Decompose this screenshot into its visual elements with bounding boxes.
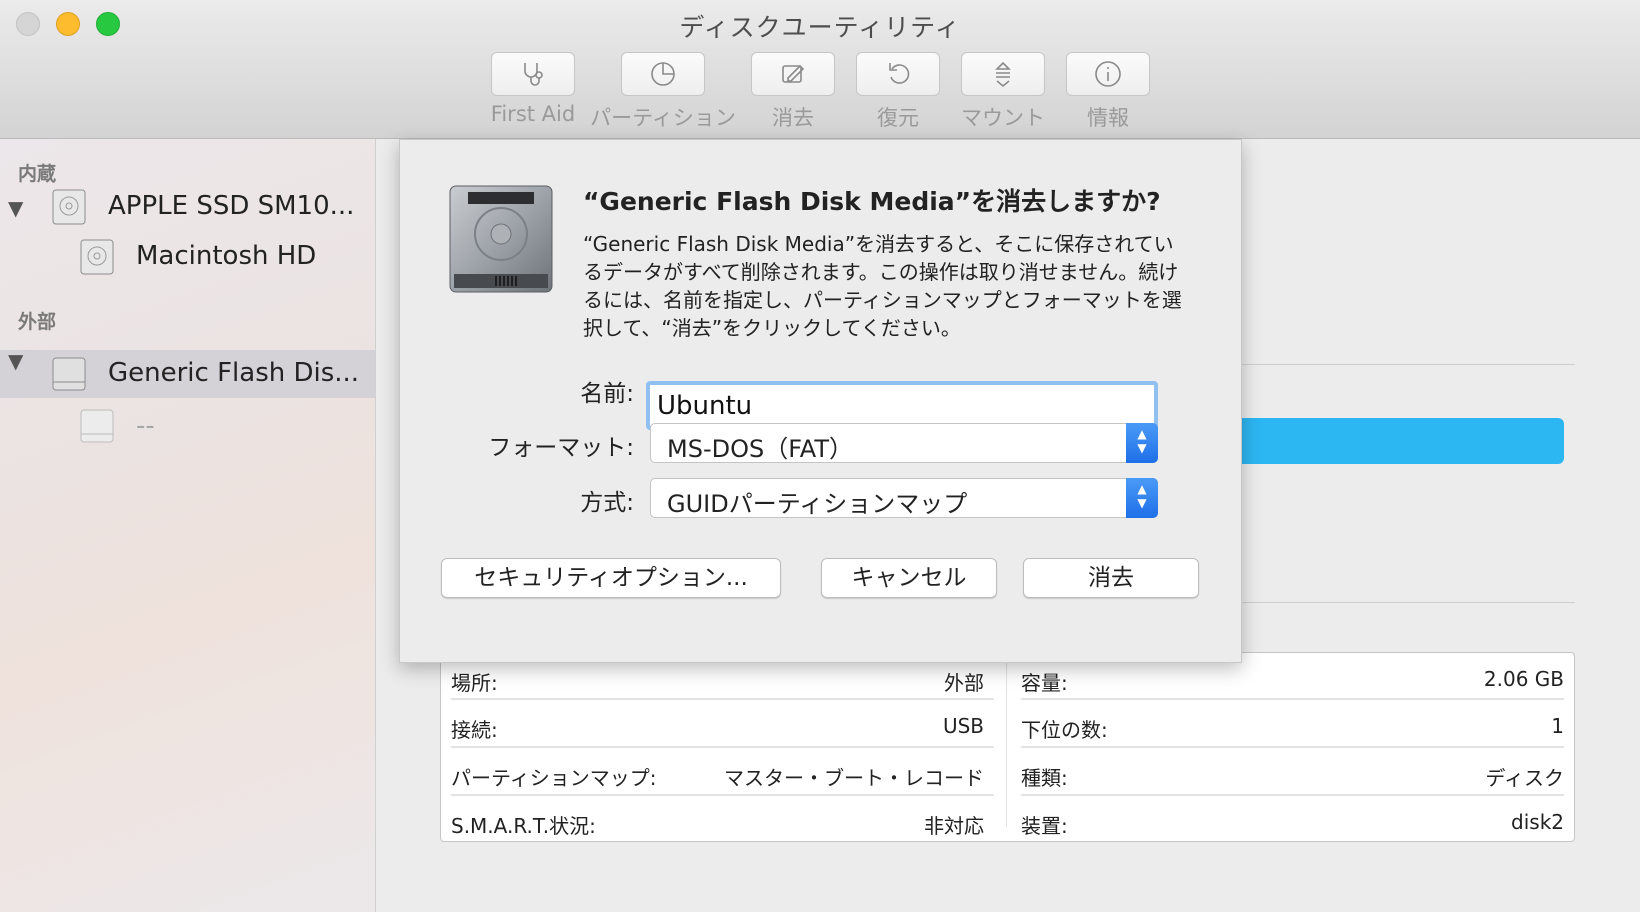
restore-label: 復元: [877, 106, 919, 130]
window-title: ディスクユーティリティ: [679, 13, 961, 42]
erase-toolbar-button[interactable]: [751, 52, 835, 96]
mount-button[interactable]: [961, 52, 1045, 96]
erase-tool[interactable]: 消去: [751, 52, 835, 130]
divider: [1242, 364, 1575, 365]
cancel-button[interactable]: キャンセル: [821, 558, 997, 598]
column-divider: [1006, 659, 1007, 827]
erase-label: 消去: [772, 106, 814, 130]
mount-tool[interactable]: マウント: [961, 52, 1045, 130]
pie-chart-icon: [651, 62, 675, 86]
first-aid-label: First Aid: [490, 102, 576, 126]
window-toolbar: ディスクユーティリティ First Aid パーティション 消去 復元 マウント…: [0, 0, 1640, 139]
first-aid-button[interactable]: [491, 52, 575, 96]
external-section-header: 外部: [18, 311, 57, 333]
restore-button[interactable]: [856, 52, 940, 96]
select-stepper-icon: ▲ ▼: [1126, 423, 1158, 463]
info-row-connection: 接続: USB: [451, 714, 984, 742]
info-tool[interactable]: 情報: [1066, 52, 1150, 130]
security-options-button[interactable]: セキュリティオプション...: [441, 558, 781, 598]
select-stepper-icon: ▲ ▼: [1126, 478, 1158, 518]
sidebar-item-macintosh-hd[interactable]: Macintosh HD: [136, 241, 316, 271]
hard-drive-icon: [52, 189, 86, 225]
info-label: 情報: [1087, 106, 1129, 130]
mount-icon: [995, 61, 1011, 88]
volume-icon: [80, 239, 114, 275]
info-icon: [1095, 61, 1121, 87]
internal-section-header: 内蔵: [18, 163, 57, 185]
stethoscope-icon: [524, 63, 543, 86]
divider: [1242, 602, 1575, 603]
format-select[interactable]: MS-DOS（FAT） ▲ ▼: [650, 423, 1158, 463]
disk-info-table: 場所: 外部 接続: USB パーティションマップ: マスター・ブート・レコード…: [440, 652, 1575, 842]
mount-label: マウント: [961, 106, 1045, 130]
partition-label: パーティション: [590, 106, 736, 130]
info-row-child-count: 下位の数: 1: [1021, 714, 1564, 742]
partition-button[interactable]: [621, 52, 705, 96]
hard-disk-icon: [449, 185, 553, 293]
format-label: フォーマット:: [488, 435, 634, 461]
info-row-device: 装置: disk2: [1021, 810, 1564, 838]
erase-button[interactable]: 消去: [1023, 558, 1199, 598]
volume-icon: [80, 409, 114, 443]
sidebar: 内蔵 ▼ APPLE SSD SM10... Macintosh HD 外部 ▼…: [0, 139, 376, 912]
disclosure-triangle-icon[interactable]: ▼: [8, 196, 23, 220]
scheme-value: GUIDパーティションマップ: [667, 490, 968, 518]
sidebar-item-generic-flash-disk[interactable]: Generic Flash Dis...: [108, 358, 359, 388]
erase-dialog: “Generic Flash Disk Media”を消去しますか? “Gene…: [399, 139, 1242, 663]
dialog-title: “Generic Flash Disk Media”を消去しますか?: [583, 187, 1161, 216]
restore-tool[interactable]: 復元: [856, 52, 940, 130]
sidebar-item-unnamed-volume[interactable]: --: [136, 411, 155, 441]
external-drive-icon: [52, 357, 86, 391]
info-row-smart-status: S.M.A.R.T.状況: 非対応: [451, 814, 984, 838]
sidebar-item-apple-ssd[interactable]: APPLE SSD SM10...: [108, 191, 354, 221]
disclosure-triangle-icon[interactable]: ▼: [8, 349, 23, 373]
info-row-partition-map: パーティションマップ: マスター・ブート・レコード: [451, 766, 984, 790]
erase-icon: [782, 64, 805, 83]
format-value: MS-DOS（FAT）: [667, 435, 854, 463]
scheme-select[interactable]: GUIDパーティションマップ ▲ ▼: [650, 478, 1158, 518]
restore-icon: [889, 63, 910, 84]
name-label: 名前:: [580, 381, 634, 407]
info-row-type: 種類: ディスク: [1021, 766, 1564, 790]
scheme-label: 方式:: [580, 490, 634, 516]
info-button[interactable]: [1066, 52, 1150, 96]
dialog-message: “Generic Flash Disk Media”を消去すると、そこに保存され…: [583, 232, 1182, 340]
partition-tool[interactable]: パーティション: [590, 52, 736, 130]
first-aid-tool[interactable]: First Aid: [491, 52, 575, 126]
